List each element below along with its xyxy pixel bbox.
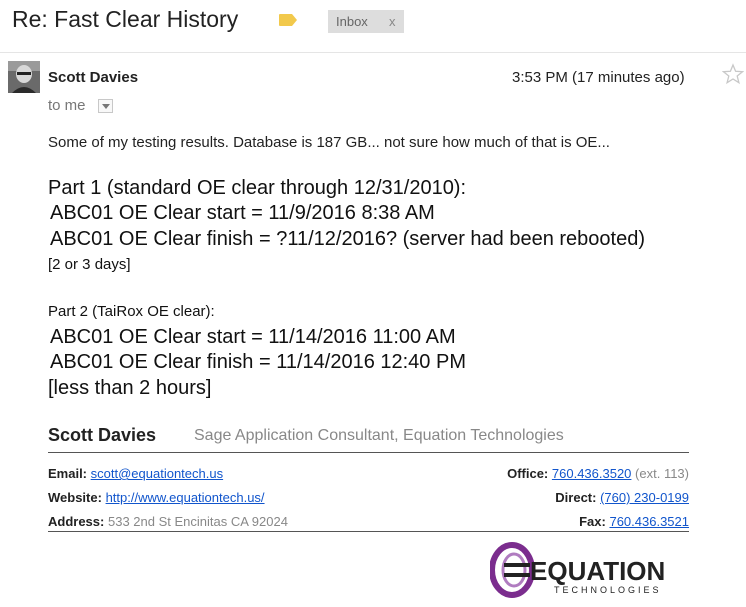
website-link[interactable]: http://www.equationtech.us/ [106, 490, 265, 505]
logo-wordmark: EQUATION [530, 556, 665, 586]
part2-note: [less than 2 hours] [48, 377, 212, 399]
email-subject: Re: Fast Clear History [12, 6, 239, 32]
signature-address-row: Address: 533 2nd St Encinitas CA 92024 [48, 514, 288, 529]
signature-fax-row: Fax: 760.436.3521 [579, 514, 689, 529]
signature-office-row: Office: 760.436.3520 (ext. 113) [507, 466, 689, 481]
label-tag-icon[interactable] [278, 13, 298, 27]
inbox-label-text: Inbox [336, 14, 368, 29]
office-extension: (ext. 113) [635, 466, 689, 481]
part1-note: [2 or 3 days] [48, 256, 131, 273]
website-label: Website: [48, 490, 102, 505]
part2-finish-line: ABC01 OE Clear finish = 11/14/2016 12:40… [50, 351, 466, 373]
part2-heading: Part 2 (TaiRox OE clear): [48, 303, 215, 320]
signature-website-row: Website: http://www.equationtech.us/ [48, 490, 265, 505]
chevron-down-icon [102, 104, 110, 109]
direct-label: Direct: [555, 490, 597, 505]
signature-bottom-divider [48, 531, 689, 532]
sender-name[interactable]: Scott Davies [48, 69, 138, 86]
email-label: Email: [48, 466, 88, 481]
direct-phone-link[interactable]: (760) 230-0199 [600, 490, 689, 505]
part2-start-line: ABC01 OE Clear start = 11/14/2016 11:00 … [50, 326, 456, 348]
message-timestamp: 3:53 PM (17 minutes ago) [512, 69, 685, 86]
office-phone-link[interactable]: 760.436.3520 [552, 466, 632, 481]
fax-link[interactable]: 760.436.3521 [609, 514, 689, 529]
email-link[interactable]: scott@equationtech.us [91, 466, 223, 481]
inbox-label-chip: Inbox x [328, 10, 404, 33]
star-icon[interactable] [722, 63, 744, 85]
address-label: Address: [48, 514, 105, 529]
fax-label: Fax: [579, 514, 606, 529]
signature-title: Sage Application Consultant, Equation Te… [194, 427, 564, 444]
logo-subtext: TECHNOLOGIES [554, 585, 662, 595]
header-divider [0, 52, 746, 53]
part1-start-line: ABC01 OE Clear start = 11/9/2016 8:38 AM [50, 202, 435, 224]
address-value: 533 2nd St Encinitas CA 92024 [107, 514, 288, 529]
office-label: Office: [507, 466, 549, 481]
part1-heading: Part 1 (standard OE clear through 12/31/… [48, 177, 467, 199]
signature-name: Scott Davies [48, 425, 157, 445]
part1-finish-line: ABC01 OE Clear finish = ?11/12/2016? (se… [50, 228, 645, 250]
signature-direct-row: Direct: (760) 230-0199 [555, 490, 689, 505]
signature-divider [48, 452, 689, 453]
remove-label-button[interactable]: x [389, 14, 396, 29]
message-intro: Some of my testing results. Database is … [48, 134, 610, 151]
avatar[interactable] [8, 61, 40, 93]
recipient-summary: to me [48, 97, 86, 114]
equation-technologies-logo: EQUATION TECHNOLOGIES [490, 542, 665, 598]
recipient-details-dropdown[interactable] [98, 99, 113, 113]
signature-email-row: Email: scott@equationtech.us [48, 466, 223, 481]
